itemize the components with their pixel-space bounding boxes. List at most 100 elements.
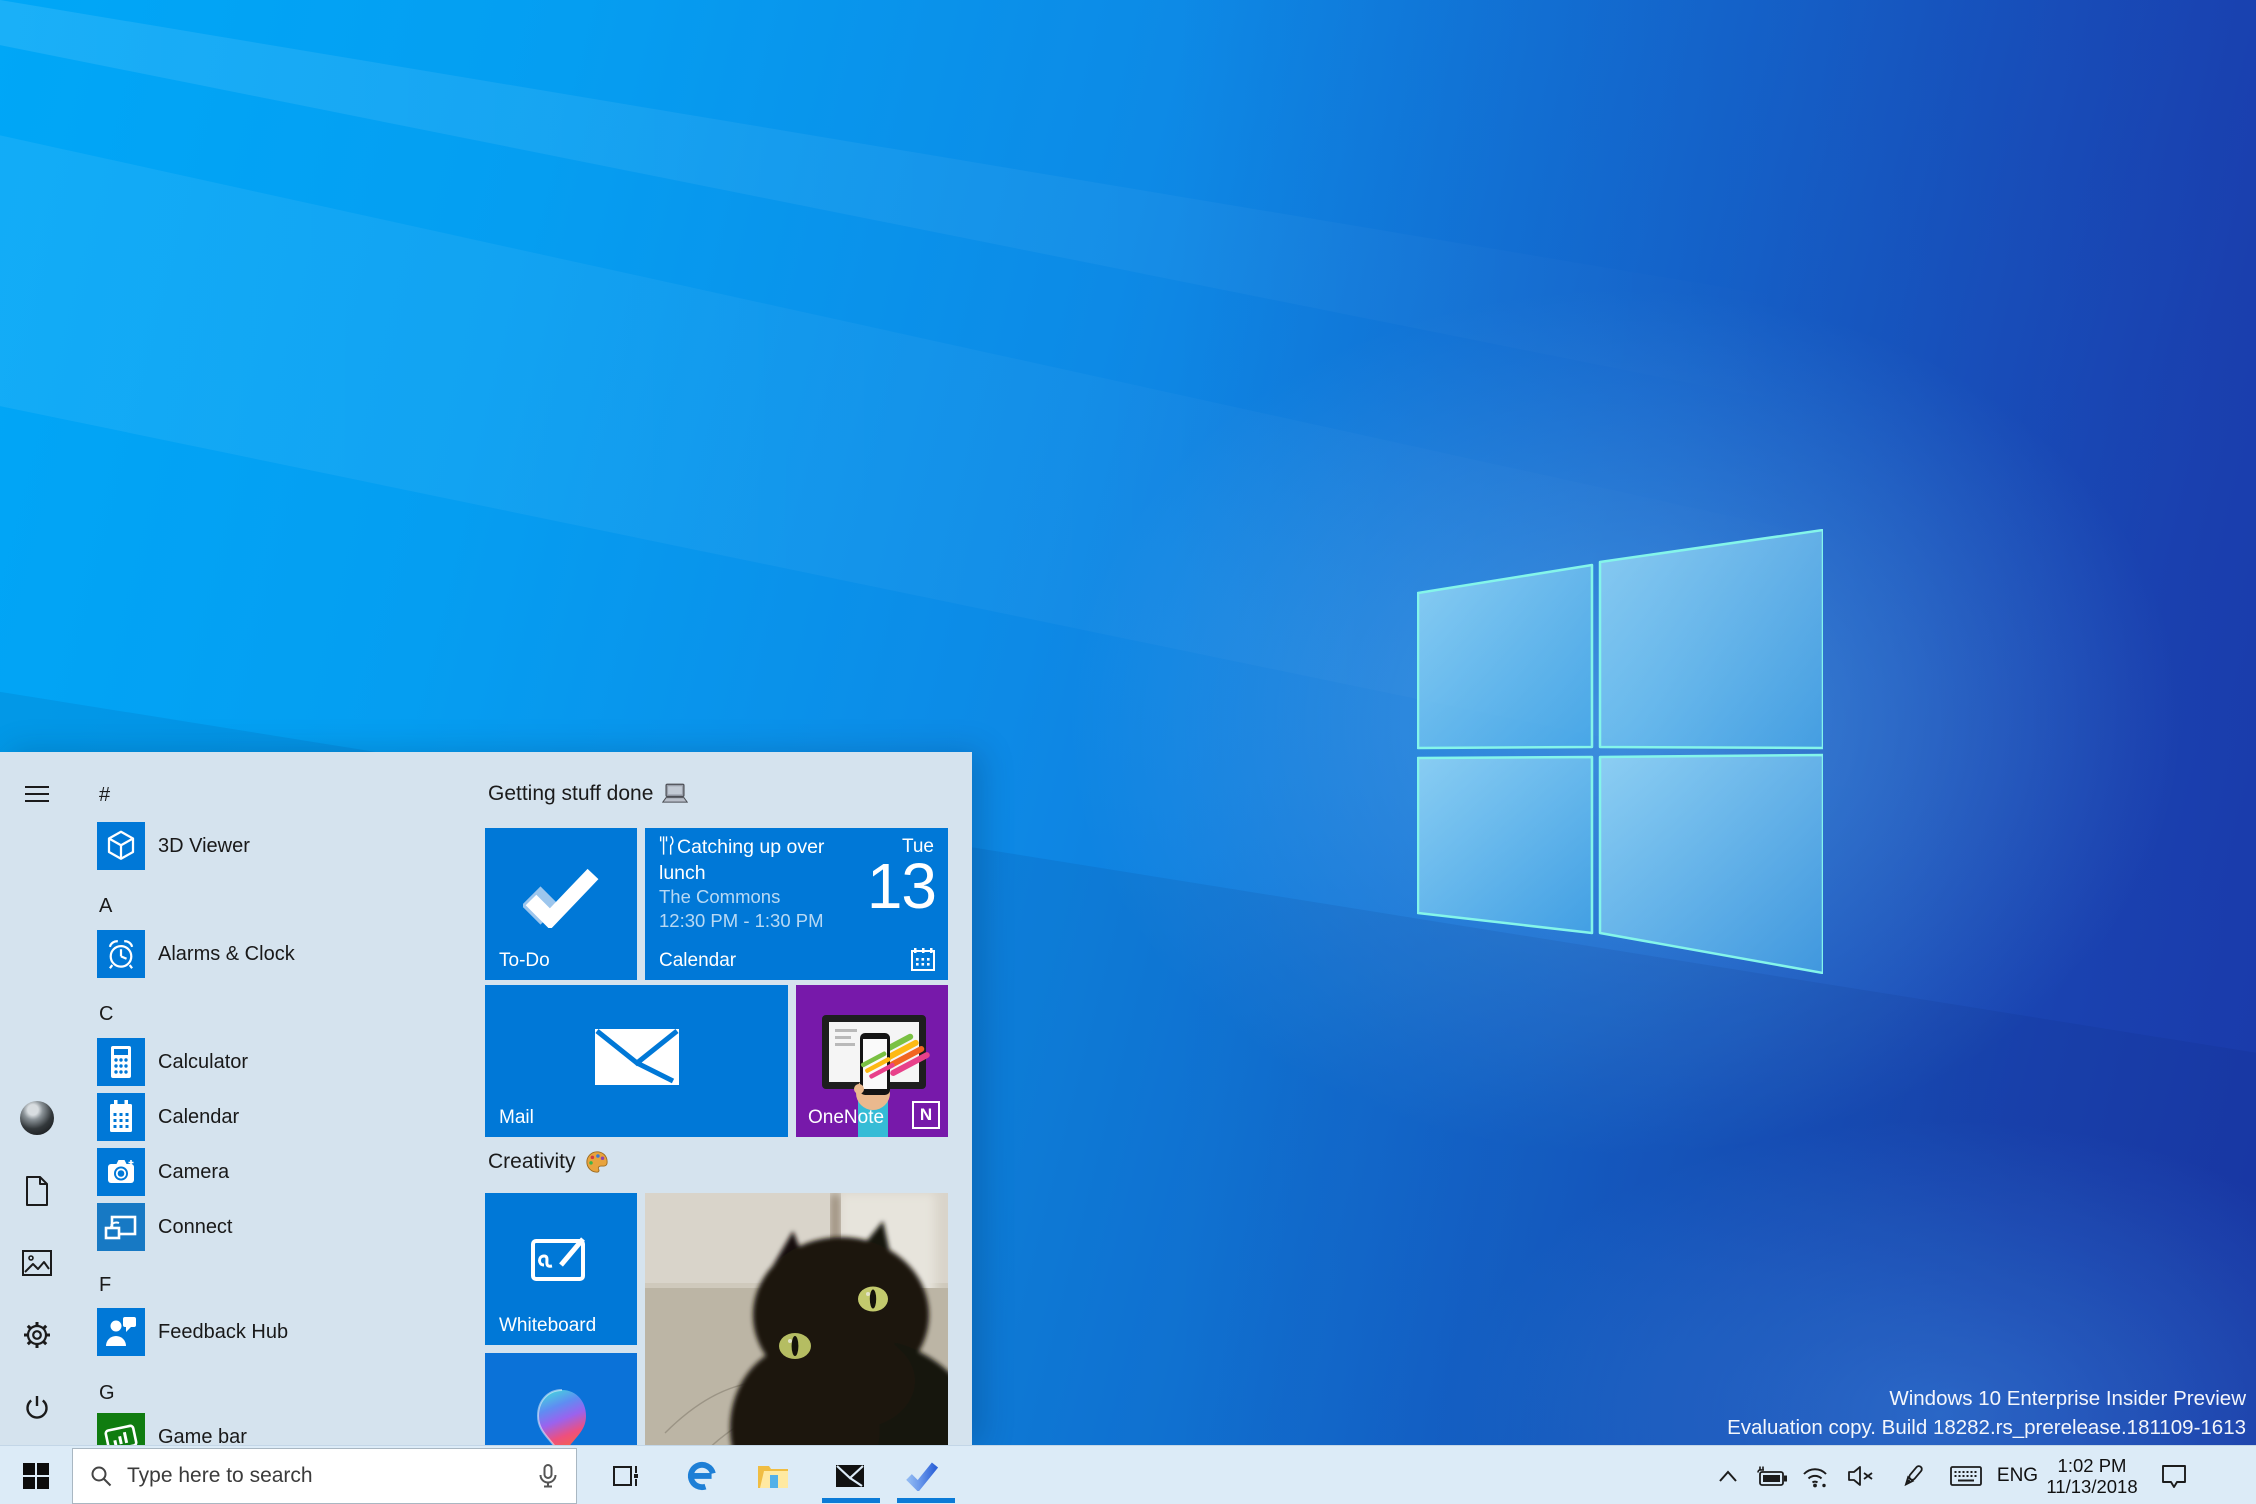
taskbar-search-box[interactable] — [72, 1448, 577, 1504]
pictures-button[interactable] — [13, 1239, 61, 1287]
todo-button[interactable] — [898, 1446, 946, 1504]
tile-label: Mail — [499, 1107, 534, 1128]
chevron-up-icon — [1719, 1469, 1737, 1482]
app-item-camera[interactable]: Camera — [97, 1148, 367, 1196]
tile-mail[interactable]: Mail — [485, 985, 788, 1137]
todo-check-taskbar-icon — [906, 1461, 939, 1491]
windows-ink-button[interactable] — [1893, 1446, 1933, 1504]
keyboard-icon — [1950, 1465, 1982, 1486]
clock-date: 11/13/2018 — [2046, 1475, 2138, 1497]
app-item-game-bar[interactable]: Game bar — [97, 1413, 367, 1445]
task-view-button[interactable] — [602, 1446, 650, 1504]
app-item-alarms-clock[interactable]: Alarms & Clock — [97, 930, 367, 978]
user-account-button[interactable] — [13, 1094, 61, 1142]
power-button[interactable] — [13, 1385, 61, 1433]
avatar — [20, 1101, 54, 1135]
search-icon — [91, 1466, 112, 1487]
search-input[interactable] — [127, 1464, 497, 1488]
cat-photo — [645, 1193, 972, 1445]
tile-label: Whiteboard — [499, 1315, 597, 1336]
todo-check-icon — [523, 868, 599, 928]
action-center-button[interactable] — [2152, 1446, 2196, 1504]
language-indicator[interactable]: ENG — [1995, 1446, 2040, 1504]
app-label: Alarms & Clock — [158, 942, 295, 965]
file-explorer-button[interactable] — [749, 1446, 797, 1504]
tile-group-title-creativity[interactable]: Creativity — [488, 1150, 609, 1174]
hamburger-icon — [25, 786, 49, 802]
app-item-calendar[interactable]: Calendar — [97, 1093, 367, 1141]
start-button[interactable] — [0, 1446, 72, 1504]
palette-emoji-icon — [585, 1151, 608, 1173]
touch-keyboard-button[interactable] — [1944, 1446, 1988, 1504]
documents-button[interactable] — [13, 1167, 61, 1215]
watermark-line1: Windows 10 Enterprise Insider Preview — [1889, 1387, 2246, 1410]
group-title-text: Creativity — [488, 1150, 576, 1173]
app-section-letter[interactable]: F — [99, 1274, 111, 1297]
taskbar: ENG 1:02 PM 11/13/2018 — [0, 1445, 2256, 1504]
wifi-icon — [1803, 1467, 1827, 1487]
evaluation-watermark: Windows 10 Enterprise Insider Preview Ev… — [1727, 1384, 2246, 1442]
tile-onenote[interactable]: OneNote N — [796, 985, 948, 1137]
app-item-calculator[interactable]: Calculator — [97, 1038, 367, 1086]
tile-photos-cat-photo[interactable] — [645, 1193, 972, 1445]
gear-icon — [24, 1322, 50, 1348]
mail-button[interactable] — [826, 1446, 874, 1504]
app-item-connect[interactable]: Connect — [97, 1203, 367, 1251]
calendar-day-number: 13 — [866, 850, 937, 922]
app-label: Feedback Hub — [158, 1320, 289, 1343]
tile-label: Calendar — [659, 950, 737, 971]
tile-todo[interactable]: To-Do — [485, 828, 637, 980]
tile-cortana[interactable] — [485, 1353, 637, 1445]
app-label: 3D Viewer — [158, 834, 250, 857]
tile-calendar[interactable]: Catching up over lunch The Commons 12:30… — [645, 828, 948, 980]
action-center-icon — [2162, 1464, 2186, 1488]
tile-label: To-Do — [499, 950, 550, 971]
edge-icon — [687, 1461, 717, 1490]
calendar-event-location: The Commons — [659, 886, 781, 907]
app-item-feedback-hub[interactable]: Feedback Hub — [97, 1308, 367, 1356]
expand-menu-button[interactable] — [13, 770, 61, 818]
app-section-letter[interactable]: # — [99, 784, 110, 807]
fork-knife-icon — [659, 835, 674, 855]
start-menu: # 3D Viewer A Alarms & Clock C Calculato… — [0, 752, 972, 1445]
calendar-event-title: Catching up over lunch — [659, 834, 867, 886]
mail-icon — [836, 1464, 864, 1487]
group-title-text: Getting stuff done — [488, 782, 654, 805]
document-icon — [26, 1176, 48, 1206]
feedback-hub-icon — [97, 1308, 145, 1356]
watermark-line2: Evaluation copy. Build 18282.rs_prerelea… — [1727, 1416, 2246, 1439]
app-item-3d-viewer[interactable]: 3D Viewer — [97, 822, 367, 870]
tile-group-title-getting-stuff-done[interactable]: Getting stuff done — [488, 782, 689, 806]
app-section-letter[interactable]: G — [99, 1382, 115, 1405]
whiteboard-icon — [531, 1237, 585, 1281]
3d-viewer-icon — [97, 822, 145, 870]
edge-button[interactable] — [678, 1446, 726, 1504]
task-view-icon — [613, 1465, 638, 1486]
file-explorer-icon — [758, 1465, 788, 1488]
desktop: Windows 10 Enterprise Insider Preview Ev… — [0, 0, 2256, 1504]
onenote-logo-icon: N — [912, 1101, 940, 1129]
tile-whiteboard[interactable]: Whiteboard — [485, 1193, 637, 1345]
calendar-event-time: 12:30 PM - 1:30 PM — [659, 910, 824, 931]
mail-running-indicator — [822, 1498, 880, 1503]
windows-flag-icon — [23, 1462, 49, 1489]
app-label: Calendar — [158, 1105, 240, 1128]
app-section-letter[interactable]: A — [99, 895, 112, 918]
microphone-icon[interactable] — [536, 1463, 560, 1489]
app-label: Game bar — [158, 1425, 247, 1446]
volume-button[interactable] — [1841, 1446, 1881, 1504]
network-button[interactable] — [1795, 1446, 1835, 1504]
clock-time: 1:02 PM — [2057, 1454, 2127, 1476]
calendar-glyph-icon — [911, 948, 935, 971]
app-section-letter[interactable]: C — [99, 1003, 113, 1026]
windows-logo-wallpaper — [1417, 529, 1823, 974]
settings-button[interactable] — [13, 1311, 61, 1359]
volume-muted-icon — [1848, 1465, 1873, 1486]
battery-button[interactable] — [1752, 1446, 1792, 1504]
clock[interactable]: 1:02 PM 11/13/2018 — [2037, 1446, 2147, 1504]
calculator-icon — [97, 1038, 145, 1086]
tray-overflow-button[interactable] — [1711, 1446, 1745, 1504]
camera-icon — [97, 1148, 145, 1196]
app-label: Connect — [158, 1215, 233, 1238]
connect-icon — [97, 1203, 145, 1251]
